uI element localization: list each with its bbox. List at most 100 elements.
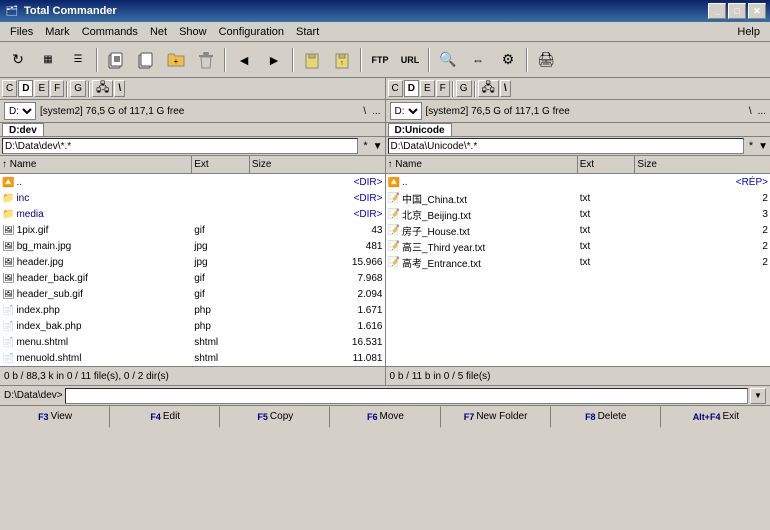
list-item[interactable]: 📁inc<DIR> [0, 190, 385, 206]
list-item[interactable]: 📝高考_Entrance.txttxt2 [386, 254, 770, 270]
file-size-cell: 2.094 [250, 289, 385, 300]
list-item[interactable]: 📄menu.shtmlshtml16.531 [0, 334, 385, 350]
file-ext-cell: gif [192, 289, 250, 300]
ftp-button[interactable]: FTP [366, 46, 394, 74]
right-drive-sep [452, 81, 454, 97]
left-col-ext[interactable]: Ext [192, 156, 250, 173]
delete-button[interactable] [192, 46, 220, 74]
back-button[interactable]: ◄ [230, 46, 258, 74]
right-file-list[interactable]: 🔼..<RÉP>📝中国_China.txttxt2📝北京_Beijing.txt… [386, 174, 770, 366]
file-ext-cell: txt [578, 225, 636, 236]
config-button[interactable]: ⚙ [494, 46, 522, 74]
list-item[interactable]: 📝北京_Beijing.txttxt3 [386, 206, 770, 222]
right-path-input[interactable] [388, 138, 744, 154]
right-drive-c[interactable]: C [388, 80, 403, 97]
right-path-bar: * ▼ [386, 136, 770, 156]
file-name: header_sub.gif [17, 289, 83, 300]
file-size-cell: 1.616 [250, 321, 385, 332]
list-item[interactable]: 🖼bg_main.jpgjpg481 [0, 238, 385, 254]
right-drive-f[interactable]: F [436, 80, 450, 97]
file-size-cell: <DIR> [250, 193, 385, 204]
list-item[interactable]: 📝房子_House.txttxt2 [386, 222, 770, 238]
menu-help[interactable]: Help [731, 24, 766, 40]
fkey-f3[interactable]: F3 View [0, 406, 110, 428]
list-item[interactable]: 📝高三_Third year.txttxt2 [386, 238, 770, 254]
list-item[interactable]: 🔼..<DIR> [0, 174, 385, 190]
left-drive-g[interactable]: G [70, 80, 86, 97]
unpack-button[interactable]: ↑ [328, 46, 356, 74]
right-drive-d[interactable]: D [404, 80, 419, 97]
fkey-f8[interactable]: F8 Delete [551, 406, 661, 428]
list-item[interactable]: 🔼..<RÉP> [386, 174, 770, 190]
cmd-input[interactable] [65, 388, 748, 404]
minimize-button[interactable]: _ [708, 3, 726, 19]
list-item[interactable]: 📄index.phpphp1.671 [0, 302, 385, 318]
file-name: index_bak.php [16, 321, 81, 332]
maximize-button[interactable]: □ [728, 3, 746, 19]
left-col-name[interactable]: ↑ Name [0, 156, 192, 173]
right-drive-dropdown[interactable]: D: [390, 102, 422, 120]
list-item[interactable]: 📄index_bak.phpphp1.616 [0, 318, 385, 334]
left-drive-dropdown[interactable]: D: [4, 102, 36, 120]
right-tab-unicode[interactable]: D:Unicode [388, 123, 452, 136]
fkey-f4[interactable]: F4 Edit [110, 406, 220, 428]
menu-show[interactable]: Show [173, 24, 213, 40]
right-drive-g[interactable]: G [456, 80, 472, 97]
file-name-cell: 📄index_bak.php [0, 321, 192, 332]
right-drive-e[interactable]: E [420, 80, 435, 97]
file-size-cell: 16.531 [250, 337, 385, 348]
left-drive-f[interactable]: F [50, 80, 64, 97]
list-item[interactable]: 🖼header_back.gifgif7.968 [0, 270, 385, 286]
fkey-f6[interactable]: F6 Move [330, 406, 440, 428]
list-item[interactable]: 🖼header_sub.gifgif2.094 [0, 286, 385, 302]
left-drive-d[interactable]: D [18, 80, 33, 97]
list-item[interactable]: 📄menuold.shtmlshtml11.081 [0, 350, 385, 366]
list-item[interactable]: 📁media<DIR> [0, 206, 385, 222]
list-item[interactable]: 🖼1pix.gifgif43 [0, 222, 385, 238]
print-button[interactable]: 🖨 [532, 46, 560, 74]
forward-button[interactable]: ► [260, 46, 288, 74]
menu-files[interactable]: Files [4, 24, 39, 40]
left-tab-dev[interactable]: D:dev [2, 123, 44, 136]
new-folder-button[interactable]: + [162, 46, 190, 74]
right-col-size[interactable]: Size [635, 156, 770, 173]
brief-view-button[interactable]: ▦ [34, 46, 62, 74]
find-button[interactable]: 🔍 [434, 46, 462, 74]
pack-button[interactable] [298, 46, 326, 74]
left-file-list[interactable]: 🔼..<DIR>📁inc<DIR>📁media<DIR>🖼1pix.gifgif… [0, 174, 385, 366]
left-drive-network[interactable]: 🖧 [92, 80, 113, 97]
fkey-f7[interactable]: F7 New Folder [441, 406, 551, 428]
fkey-altf4[interactable]: Alt+F4 Exit [661, 406, 770, 428]
detail-view-button[interactable]: ☰ [64, 46, 92, 74]
refresh-button[interactable]: ↻ [4, 46, 32, 74]
sync-button[interactable]: ⇔ [464, 46, 492, 74]
left-path-arrow[interactable]: ▼ [373, 141, 383, 152]
right-col-name[interactable]: ↑ Name [386, 156, 578, 173]
menu-start[interactable]: Start [290, 24, 325, 40]
cmd-arrow-button[interactable]: ▼ [750, 388, 766, 404]
file-name: 房子_House.txt [402, 223, 470, 238]
list-item[interactable]: 📝中国_China.txttxt2 [386, 190, 770, 206]
menu-configuration[interactable]: Configuration [213, 24, 290, 40]
url-button[interactable]: URL [396, 46, 424, 74]
menu-net[interactable]: Net [144, 24, 173, 40]
right-path-asterisk[interactable]: * [746, 140, 756, 152]
menu-mark[interactable]: Mark [39, 24, 75, 40]
right-drive-network[interactable]: 🖧 [478, 80, 499, 97]
right-col-ext[interactable]: Ext [578, 156, 636, 173]
list-item[interactable]: 🖼header.jpgjpg15.966 [0, 254, 385, 270]
right-drive-backslash[interactable]: \ [500, 80, 511, 97]
left-path-asterisk[interactable]: * [360, 140, 370, 152]
left-drive-c[interactable]: C [2, 80, 17, 97]
left-path-input[interactable] [2, 138, 358, 154]
fkey-f5[interactable]: F5 Copy [220, 406, 330, 428]
right-path-arrow[interactable]: ▼ [758, 141, 768, 152]
left-drive-e[interactable]: E [34, 80, 49, 97]
copy-to-button[interactable] [102, 46, 130, 74]
left-drive-backslash[interactable]: \ [114, 80, 125, 97]
menu-commands[interactable]: Commands [76, 24, 144, 40]
close-button[interactable]: ✕ [748, 3, 766, 19]
left-col-size[interactable]: Size [250, 156, 385, 173]
left-status: 0 b / 88,3 k in 0 / 11 file(s), 0 / 2 di… [0, 367, 386, 385]
move-to-button[interactable] [132, 46, 160, 74]
